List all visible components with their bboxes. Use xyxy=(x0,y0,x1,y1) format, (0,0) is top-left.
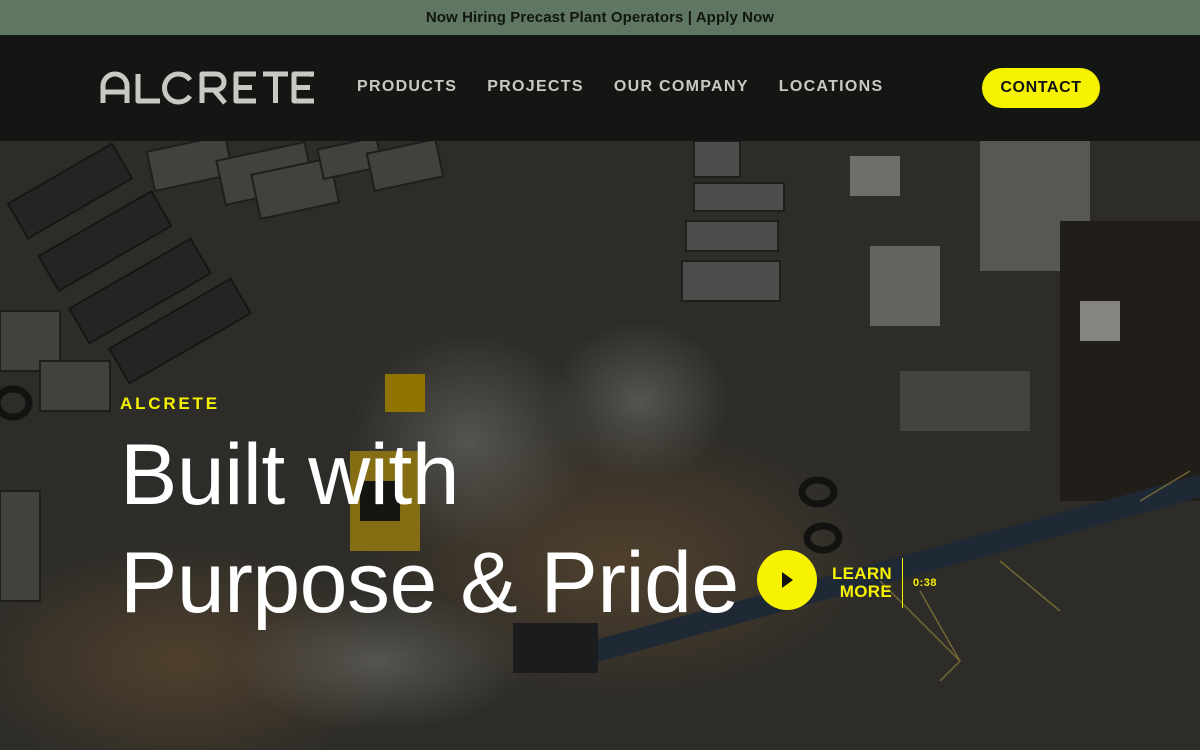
alcrete-logo: ® xyxy=(100,71,314,105)
video-divider xyxy=(902,558,903,608)
learn-more-line-2: MORE xyxy=(839,582,892,601)
nav-projects[interactable]: PROJECTS xyxy=(487,78,584,96)
announcement-bar: Now Hiring Precast Plant Operators | App… xyxy=(0,0,1200,35)
main-nav: PRODUCTS PROJECTS OUR COMPANY LOCATIONS xyxy=(357,78,913,96)
svg-text:®: ® xyxy=(308,72,314,79)
headline-line-1: Built with xyxy=(120,427,460,523)
site-header: ® PRODUCTS PROJECTS OUR COMPANY LOCATION… xyxy=(0,35,1200,141)
hero-section: ALCRETE Built with Purpose & Pride LEARN… xyxy=(0,141,1200,750)
nav-our-company[interactable]: OUR COMPANY xyxy=(614,78,749,96)
nav-products[interactable]: PRODUCTS xyxy=(357,78,457,96)
hero-headline: Built with Purpose & Pride xyxy=(120,421,739,637)
play-video-button[interactable] xyxy=(757,550,817,610)
play-icon xyxy=(782,572,793,588)
nav-locations[interactable]: LOCATIONS xyxy=(779,78,884,96)
learn-more-line-1: LEARN xyxy=(831,564,892,583)
hero-eyebrow: ALCRETE xyxy=(120,394,220,413)
contact-button[interactable]: CONTACT xyxy=(982,68,1100,108)
learn-more-link[interactable]: LEARN MORE xyxy=(826,565,892,601)
announcement-link[interactable]: Now Hiring Precast Plant Operators | App… xyxy=(426,9,774,26)
video-duration: 0:38 xyxy=(913,577,938,589)
headline-line-2: Purpose & Pride xyxy=(120,535,739,631)
